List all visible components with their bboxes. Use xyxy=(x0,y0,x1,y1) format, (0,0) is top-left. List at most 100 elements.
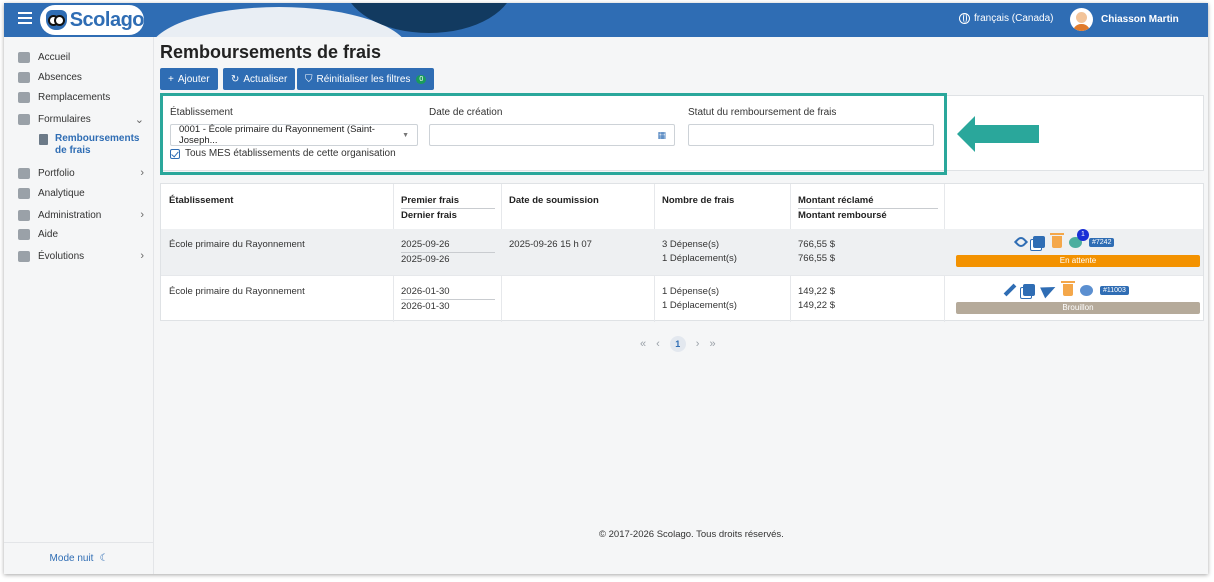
filter-icon: ⛉ xyxy=(305,73,313,85)
edit-icon[interactable] xyxy=(1003,283,1017,297)
calendar-icon: ▦ xyxy=(657,129,666,140)
page-title: Remboursements de frais xyxy=(160,42,382,62)
date-creation-field[interactable]: ▦ xyxy=(429,124,675,146)
refresh-icon: ↻ xyxy=(231,73,240,85)
sidebar-item-label: Remplacements xyxy=(38,92,111,103)
cell-nombre: 3 Dépense(s) 1 Déplacement(s) xyxy=(662,238,737,266)
sidebar-item-evolutions[interactable]: Évolutions › xyxy=(18,250,144,262)
moon-icon: ☾ xyxy=(99,553,109,564)
sidebar-item-formulaires[interactable]: Formulaires ⌄ xyxy=(18,113,144,126)
cell-depenses: 3 Dépense(s) xyxy=(662,239,720,250)
sidebar-item-remboursements[interactable]: Remboursements de frais xyxy=(39,133,139,157)
view-icon[interactable] xyxy=(1013,234,1029,250)
scolago-logo[interactable]: Scolago xyxy=(40,5,145,35)
cell-rembourse: 149,22 $ xyxy=(798,300,835,311)
header-rembourse: Montant remboursé xyxy=(798,210,887,221)
status-badge: Brouillon xyxy=(956,302,1200,314)
reference-tag[interactable]: #11003 xyxy=(1100,285,1129,295)
etablissement-value: 0001 - École primaire du Rayonnement (Sa… xyxy=(179,124,375,146)
comment-icon[interactable]: 1 xyxy=(1069,228,1089,248)
date-creation-label: Date de création xyxy=(429,107,503,118)
user-menu[interactable]: Chiasson Martin xyxy=(1070,8,1179,31)
cell-etablissement: École primaire du Rayonnement xyxy=(169,239,305,250)
sidebar-item-remplacements[interactable]: Remplacements xyxy=(18,92,144,103)
statut-label: Statut du remboursement de frais xyxy=(688,107,837,118)
mode-nuit-label: Mode nuit xyxy=(49,553,94,564)
pagination: « ‹ 1 › » xyxy=(640,336,716,352)
cell-dernier: 2026-01-30 xyxy=(401,301,450,312)
reference-tag[interactable]: #7242 xyxy=(1089,237,1115,247)
trash-icon[interactable] xyxy=(1061,281,1075,296)
owl-logo-icon xyxy=(46,10,67,30)
top-bar: Scolago français (Canada) Chiasson Marti… xyxy=(4,3,1208,37)
cell-soumission: 2025-09-26 15 h 07 xyxy=(509,239,592,250)
swap-icon xyxy=(18,92,30,103)
all-establishments-checkbox[interactable]: Tous MES établissements de cette organis… xyxy=(170,148,396,159)
cell-dates: 2025-09-26 2025-09-26 xyxy=(401,238,495,267)
add-button[interactable]: + Ajouter xyxy=(160,68,218,90)
header-nombre: Nombre de frais xyxy=(662,195,735,206)
table-row[interactable]: École primaire du Rayonnement 2025-09-26… xyxy=(161,228,1203,275)
sidebar-item-portfolio[interactable]: Portfolio › xyxy=(18,167,144,179)
next-page-button[interactable]: › xyxy=(696,338,700,350)
etablissement-label: Établissement xyxy=(170,107,233,118)
header-montants: Montant réclamé Montant remboursé xyxy=(798,194,938,223)
checkbox-label: Tous MES établissements de cette organis… xyxy=(185,148,396,159)
first-page-button[interactable]: « xyxy=(640,338,646,350)
cell-nombre: 1 Dépense(s) 1 Déplacement(s) xyxy=(662,285,737,313)
language-selector[interactable]: français (Canada) xyxy=(959,13,1053,24)
trophy-icon xyxy=(18,167,30,179)
document-icon xyxy=(39,134,48,145)
cell-deplacements: 1 Déplacement(s) xyxy=(662,300,737,311)
avatar xyxy=(1070,8,1093,31)
row-actions: #11003 xyxy=(1003,281,1129,299)
sidebar-item-aide[interactable]: Aide xyxy=(18,229,144,240)
cell-premier: 2025-09-26 xyxy=(401,238,495,253)
person-icon xyxy=(18,72,30,83)
statut-field[interactable] xyxy=(688,124,934,146)
menu-icon[interactable] xyxy=(18,12,32,26)
send-icon[interactable] xyxy=(1040,281,1058,299)
cell-reclame: 149,22 $ xyxy=(798,286,835,297)
chart-icon xyxy=(18,188,30,199)
reset-filters-button[interactable]: ⛉ Réinitialiser les filtres 0 xyxy=(297,68,435,90)
add-label: Ajouter xyxy=(177,73,210,85)
row-actions: 1 #7242 xyxy=(1013,228,1115,250)
copy-icon[interactable] xyxy=(1033,236,1045,248)
trash-icon[interactable] xyxy=(1050,233,1064,248)
cell-montants: 766,55 $ 766,55 $ xyxy=(798,238,835,266)
sidebar-item-accueil[interactable]: Accueil xyxy=(18,52,144,63)
cell-premier: 2026-01-30 xyxy=(401,285,495,300)
sidebar-item-label: Accueil xyxy=(38,52,71,63)
comment-icon[interactable] xyxy=(1080,284,1093,296)
sprout-icon xyxy=(18,250,30,262)
sidebar: Accueil Absences Remplacements Formulair… xyxy=(4,37,154,574)
header-premier-dernier: Premier frais Dernier frais xyxy=(401,194,495,223)
copy-icon[interactable] xyxy=(1023,284,1035,296)
etablissement-select[interactable]: 0001 - École primaire du Rayonnement (Sa… xyxy=(170,124,418,146)
help-icon xyxy=(18,229,30,240)
last-page-button[interactable]: » xyxy=(709,338,715,350)
left-arrow-icon xyxy=(957,116,1039,152)
refresh-label: Actualiser xyxy=(243,73,288,85)
sidebar-item-absences[interactable]: Absences xyxy=(18,72,144,83)
sidebar-item-label: Évolutions xyxy=(38,250,85,262)
sidebar-item-label: Formulaires xyxy=(38,114,91,125)
header-premier: Premier frais xyxy=(401,194,495,209)
reset-label: Réinitialiser les filtres xyxy=(316,73,411,85)
chevron-down-icon: ⌄ xyxy=(134,114,144,126)
globe-icon xyxy=(959,13,970,24)
sidebar-item-label: Analytique xyxy=(38,188,85,199)
chevron-right-icon: › xyxy=(140,209,144,221)
home-icon xyxy=(18,52,30,63)
refresh-button[interactable]: ↻ Actualiser xyxy=(223,68,296,90)
page-1-button[interactable]: 1 xyxy=(669,336,686,352)
prev-page-button[interactable]: ‹ xyxy=(656,338,660,350)
table-row[interactable]: École primaire du Rayonnement 2026-01-30… xyxy=(161,275,1203,321)
sidebar-item-administration[interactable]: Administration › xyxy=(18,209,144,221)
header-soumission: Date de soumission xyxy=(509,195,599,206)
cell-deplacements: 1 Déplacement(s) xyxy=(662,253,737,264)
gear-icon xyxy=(18,209,30,221)
sidebar-item-analytique[interactable]: Analytique xyxy=(18,188,144,199)
mode-nuit-toggle[interactable]: Mode nuit ☾ xyxy=(4,542,154,574)
